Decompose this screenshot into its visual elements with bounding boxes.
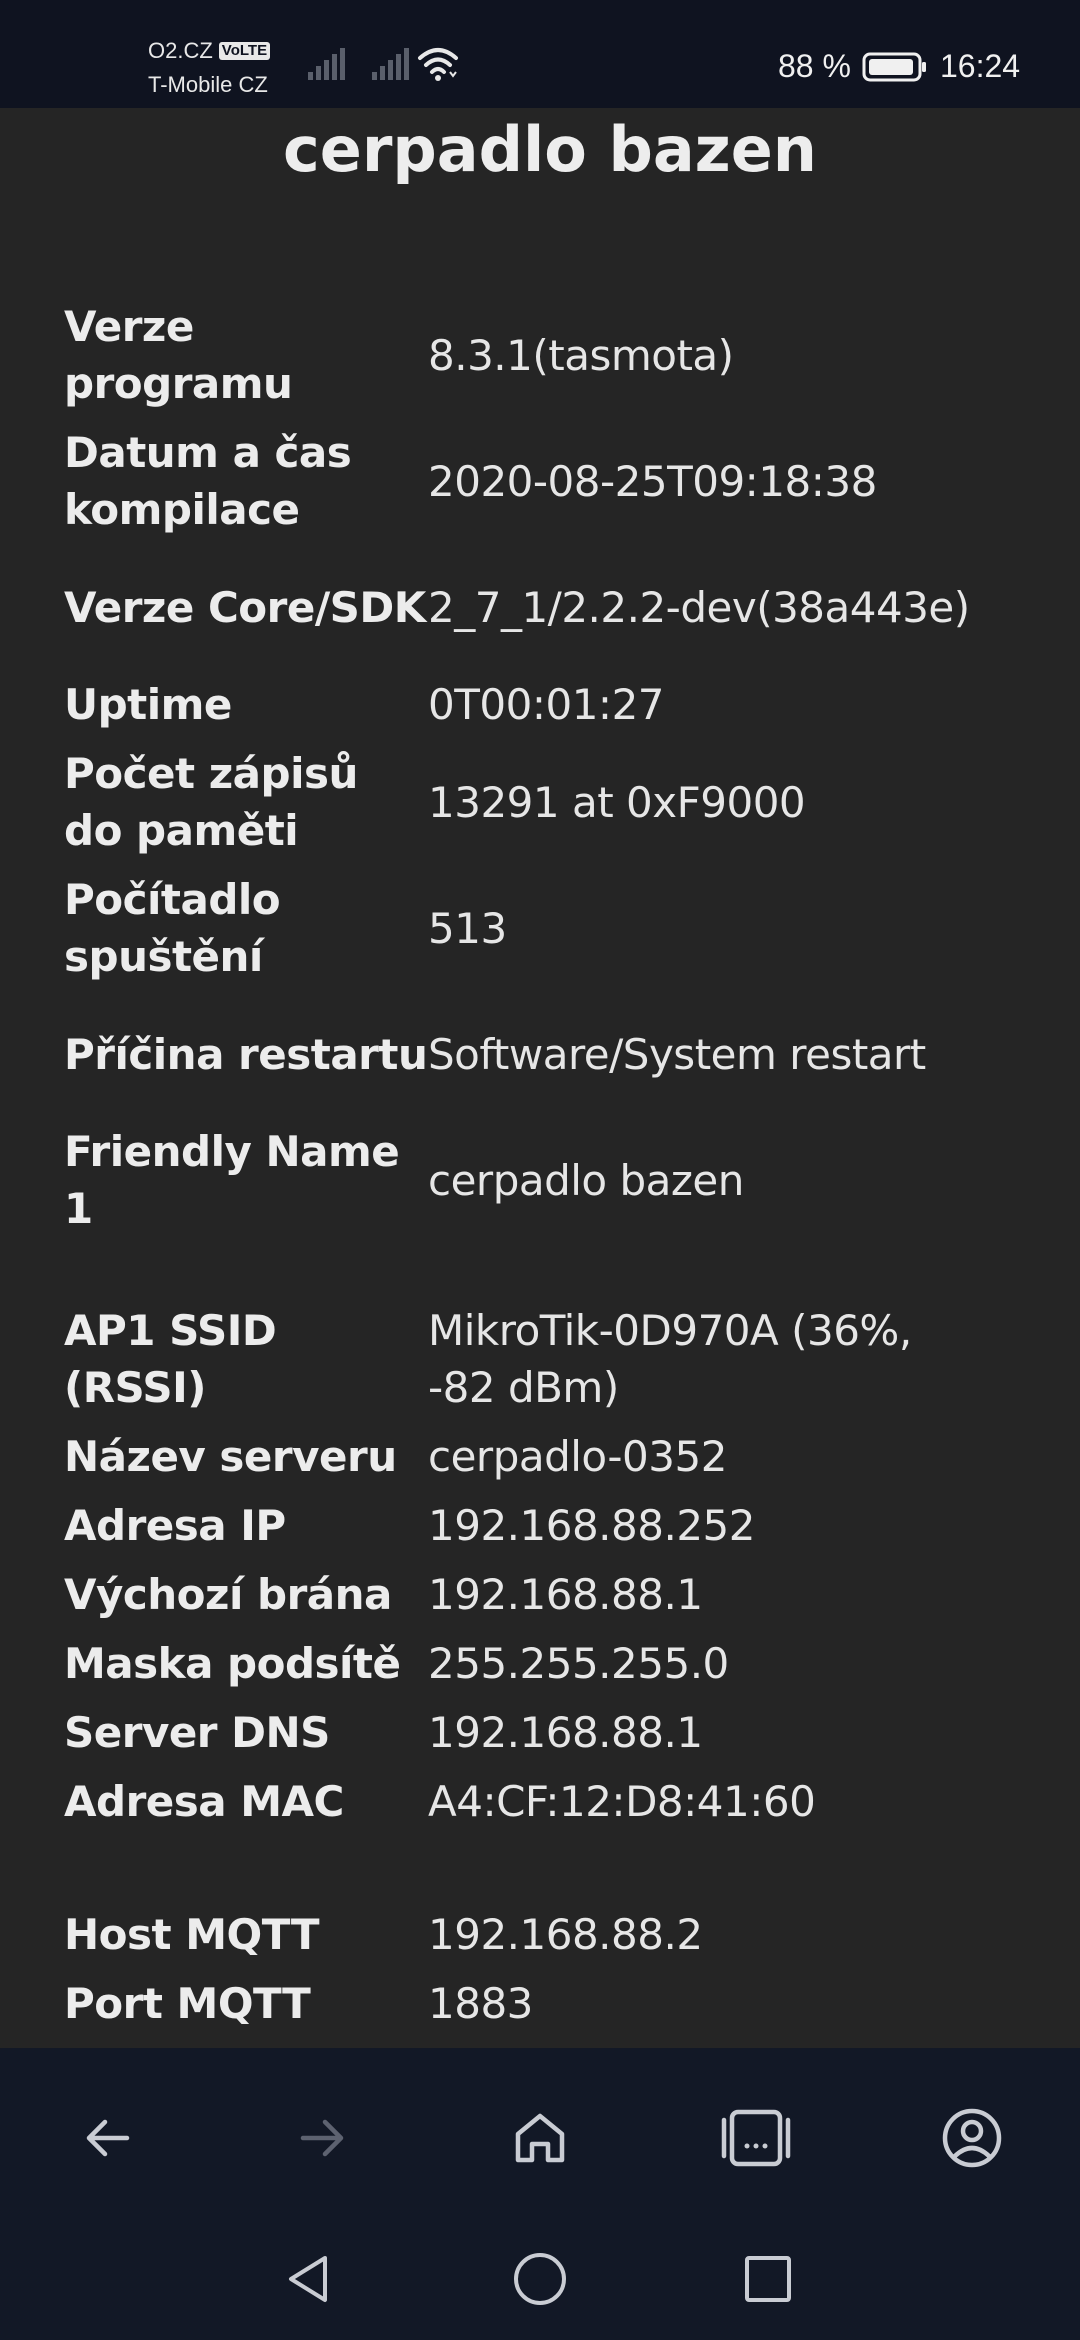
- browser-toolbar: [0, 2048, 1080, 2218]
- page-title: cerpadlo bazen: [283, 113, 817, 186]
- nav-home-icon: [514, 2253, 566, 2305]
- row-label: Adresa IP: [64, 1501, 286, 1550]
- row-value: cerpadlo-0352: [428, 1432, 727, 1481]
- table-row: Friendly Name 1 cerpadlo bazen: [64, 1117, 1024, 1243]
- row-value: MikroTik-0D970A (36%, -82 dBm): [428, 1306, 912, 1412]
- back-arrow-icon: [86, 2119, 130, 2157]
- row-label: Počítadlo spuštění: [64, 875, 281, 981]
- nav-recents-icon: [745, 2256, 791, 2302]
- row-label: Uptime: [64, 680, 232, 729]
- tabs-button[interactable]: [716, 2098, 796, 2178]
- profile-button[interactable]: [932, 2098, 1012, 2178]
- table-row: Verze programu 8.3.1(tasmota): [64, 292, 1024, 418]
- table-row: Host MQTT 192.168.88.2: [64, 1900, 1024, 1969]
- row-label: AP1 SSID (RSSI): [64, 1306, 277, 1412]
- wifi-icon: [418, 48, 458, 81]
- tabs-icon: [721, 2109, 791, 2167]
- row-value: 8.3.1(tasmota): [428, 330, 734, 380]
- profile-icon: [942, 2108, 1002, 2168]
- row-label: Verze Core/SDK: [64, 582, 426, 632]
- system-recents-button[interactable]: [708, 2218, 828, 2340]
- table-row: Datum a čas kompilace 2020-08-25T09:18:3…: [64, 418, 1024, 544]
- system-home-button[interactable]: [480, 2218, 600, 2340]
- row-label: Název serveru: [64, 1432, 397, 1481]
- back-button[interactable]: [67, 2098, 147, 2178]
- row-label: Výchozí brána: [64, 1570, 392, 1619]
- table-row: Příčina restartu Software/System restart: [64, 991, 1024, 1117]
- table-row: Adresa MAC A4:CF:12:D8:41:60: [64, 1767, 1024, 1836]
- table-row: Server DNS 192.168.88.1: [64, 1698, 1024, 1767]
- battery-icon: [862, 52, 926, 82]
- forward-button[interactable]: [283, 2098, 363, 2178]
- row-label: Host MQTT: [64, 1910, 319, 1959]
- carrier-secondary: T-Mobile CZ: [148, 72, 268, 97]
- system-back-button[interactable]: [248, 2218, 368, 2340]
- signal-icon: [308, 48, 345, 80]
- status-bar: O2.CZ VoLTE T-Mobile CZ 88 % 16:24: [0, 0, 1080, 108]
- table-row: AP1 SSID (RSSI) MikroTik-0D970A (36%, -8…: [64, 1296, 1024, 1422]
- nav-back-icon: [289, 2256, 327, 2302]
- row-value: 2_7_1/2.2.2-dev(38a443e): [428, 582, 970, 632]
- row-value: Software/System restart: [428, 1029, 926, 1079]
- table-row: Výchozí brána 192.168.88.1: [64, 1560, 1024, 1629]
- row-value: 0T00:01:27: [428, 680, 665, 729]
- table-row: Port MQTT 1883: [64, 1969, 1024, 2038]
- row-label: Datum a čas kompilace: [64, 428, 352, 534]
- table-row: Uptime 0T00:01:27: [64, 670, 1024, 739]
- row-label: Friendly Name 1: [64, 1127, 400, 1233]
- row-label: Server DNS: [64, 1708, 330, 1757]
- volte-badge: VoLTE: [218, 42, 271, 60]
- table-row: Adresa IP 192.168.88.252: [64, 1491, 1024, 1560]
- info-table: Verze programu 8.3.1(tasmota) Datum a ča…: [64, 292, 1024, 2038]
- clock: 16:24: [940, 48, 1021, 84]
- table-row: Počítadlo spuštění 513: [64, 865, 1024, 991]
- row-value: A4:CF:12:D8:41:60: [428, 1777, 816, 1826]
- row-label: Verze programu: [64, 302, 293, 408]
- carrier-info: O2.CZ VoLTE T-Mobile CZ: [148, 34, 271, 102]
- table-row: Počet zápisů do paměti 13291 at 0xF9000: [64, 739, 1024, 865]
- signal-icon: [372, 48, 409, 80]
- row-value: 1883: [428, 1979, 533, 2028]
- system-navigation-bar: [0, 2218, 1080, 2340]
- home-button[interactable]: [500, 2098, 580, 2178]
- row-value: cerpadlo bazen: [428, 1155, 744, 1205]
- battery-percentage: 88 %: [778, 48, 851, 84]
- row-label: Příčina restartu: [64, 1029, 428, 1079]
- row-value: 2020-08-25T09:18:38: [428, 456, 877, 506]
- row-value: 13291 at 0xF9000: [428, 777, 806, 827]
- table-row: Verze Core/SDK 2_7_1/2.2.2-dev(38a443e): [64, 544, 1024, 670]
- row-label: Adresa MAC: [64, 1777, 344, 1826]
- row-value: 513: [428, 903, 507, 953]
- row-value: 192.168.88.252: [428, 1501, 756, 1550]
- carrier-primary: O2.CZ: [148, 38, 213, 63]
- home-icon: [515, 2113, 565, 2163]
- row-value: 192.168.88.2: [428, 1910, 703, 1959]
- row-label: Maska podsítě: [64, 1639, 401, 1688]
- row-label: Port MQTT: [64, 1979, 311, 2028]
- row-value: 192.168.88.1: [428, 1570, 703, 1619]
- table-row: Maska podsítě 255.255.255.0: [64, 1629, 1024, 1698]
- table-row: Název serveru cerpadlo-0352: [64, 1422, 1024, 1491]
- row-value: 192.168.88.1: [428, 1708, 703, 1757]
- row-label: Počet zápisů do paměti: [64, 749, 358, 855]
- forward-arrow-icon: [300, 2119, 344, 2157]
- row-value: 255.255.255.0: [428, 1639, 729, 1688]
